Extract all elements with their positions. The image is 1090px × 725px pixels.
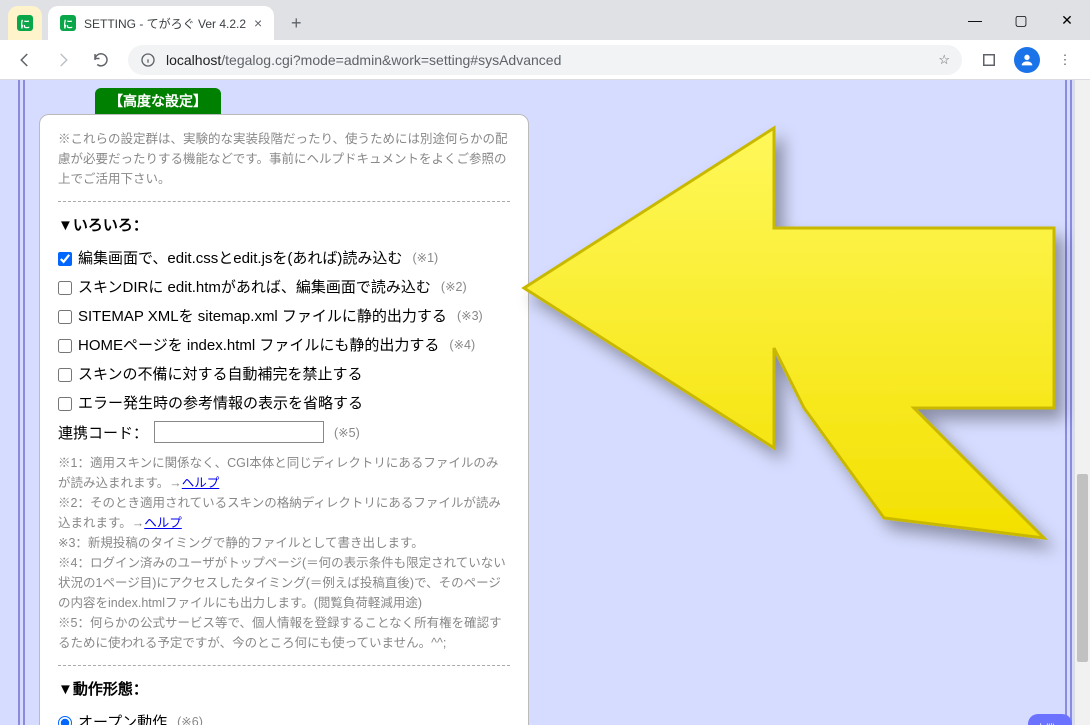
option-edit-htm[interactable]: スキンDIRに edit.htmがあれば、編集画面で読み込む (※2) [58,274,510,301]
link-code-input[interactable] [154,421,324,443]
back-button[interactable] [8,43,42,77]
scrollbar[interactable] [1074,80,1090,725]
browser-toolbar: localhost/tegalog.cgi?mode=admin&work=se… [0,40,1090,80]
divider [58,201,510,202]
option-edit-css-js[interactable]: 編集画面で、edit.cssとedit.jsを(あれば)読み込む (※1) [58,245,510,272]
extension-icon [980,51,998,69]
link-code-field: 連携コード： (※5) [58,421,510,443]
checkbox-index-html[interactable] [58,339,72,353]
checkbox-edit-htm[interactable] [58,281,72,295]
group-heading-mode: ▼動作形態： [58,678,510,699]
kebab-icon: ⋮ [1059,52,1072,68]
divider [58,665,510,666]
reload-icon [92,51,110,69]
intro-note: ※これらの設定群は、実験的な実装段階だったり、使うためには別途何らかの配慮が必要… [58,129,510,189]
tab-title: SETTING - てがろぐ Ver 4.2.2 [84,15,246,32]
extensions-button[interactable] [972,43,1006,77]
browser-tabstrip: に に SETTING - てがろぐ Ver 4.2.2 × + — ▢ ✕ [0,0,1090,40]
group-heading-misc: ▼いろいろ： [58,214,510,235]
favicon-icon: に [17,15,33,31]
help-link-1[interactable]: ヘルプ [182,476,220,490]
browser-tab[interactable]: に SETTING - てがろぐ Ver 4.2.2 × [48,6,274,40]
section-title: 【高度な設定】 [95,88,221,114]
help-link-2[interactable]: ヘルプ [144,516,182,530]
profile-button[interactable] [1010,43,1044,77]
forward-button[interactable] [46,43,80,77]
address-bar[interactable]: localhost/tegalog.cgi?mode=admin&work=se… [128,45,962,75]
radio-open-mode[interactable] [58,716,72,725]
footnotes: ※1：適用スキンに関係なく、CGI本体と同じディレクトリにあるファイルのみが読み… [58,453,510,653]
reload-button[interactable] [84,43,118,77]
checkbox-sitemap-xml[interactable] [58,310,72,324]
option-skin-autocomplete[interactable]: スキンの不備に対する自動補完を禁止する [58,361,510,388]
favicon-icon: に [60,15,76,31]
option-open-mode[interactable]: オープン動作 (※6) [58,709,510,725]
close-icon[interactable]: × [254,15,262,31]
checkbox-error-info[interactable] [58,397,72,411]
scrollbar-thumb[interactable] [1077,474,1088,662]
advanced-settings-card: ※これらの設定群は、実験的な実装段階だったり、使うためには別途何らかの配慮が必要… [39,114,529,725]
menu-button[interactable]: ⋮ [1048,43,1082,77]
checkbox-skin-autocomplete[interactable] [58,368,72,382]
close-window-button[interactable]: ✕ [1044,0,1090,40]
url-text: localhost/tegalog.cgi?mode=admin&work=se… [166,52,561,68]
scroll-top-button[interactable]: 上端へ ▲ [1028,714,1072,725]
arrow-right-icon [54,51,72,69]
option-sitemap-xml[interactable]: SITEMAP XMLを sitemap.xml ファイルに静的出力する (※3… [58,303,510,330]
info-icon [140,52,156,68]
star-icon[interactable]: ☆ [938,52,950,68]
checkbox-edit-css-js[interactable] [58,252,72,266]
option-index-html[interactable]: HOMEページを index.html ファイルにも静的出力する (※4) [58,332,510,359]
new-tab-button[interactable]: + [282,9,310,37]
avatar-icon [1014,47,1040,73]
maximize-button[interactable]: ▢ [998,0,1044,40]
link-code-label: 連携コード： [58,422,148,443]
arrow-left-icon [16,51,34,69]
minimize-button[interactable]: — [952,0,998,40]
option-error-info[interactable]: エラー発生時の参考情報の表示を省略する [58,390,510,417]
pinned-tab[interactable]: に [8,6,42,40]
